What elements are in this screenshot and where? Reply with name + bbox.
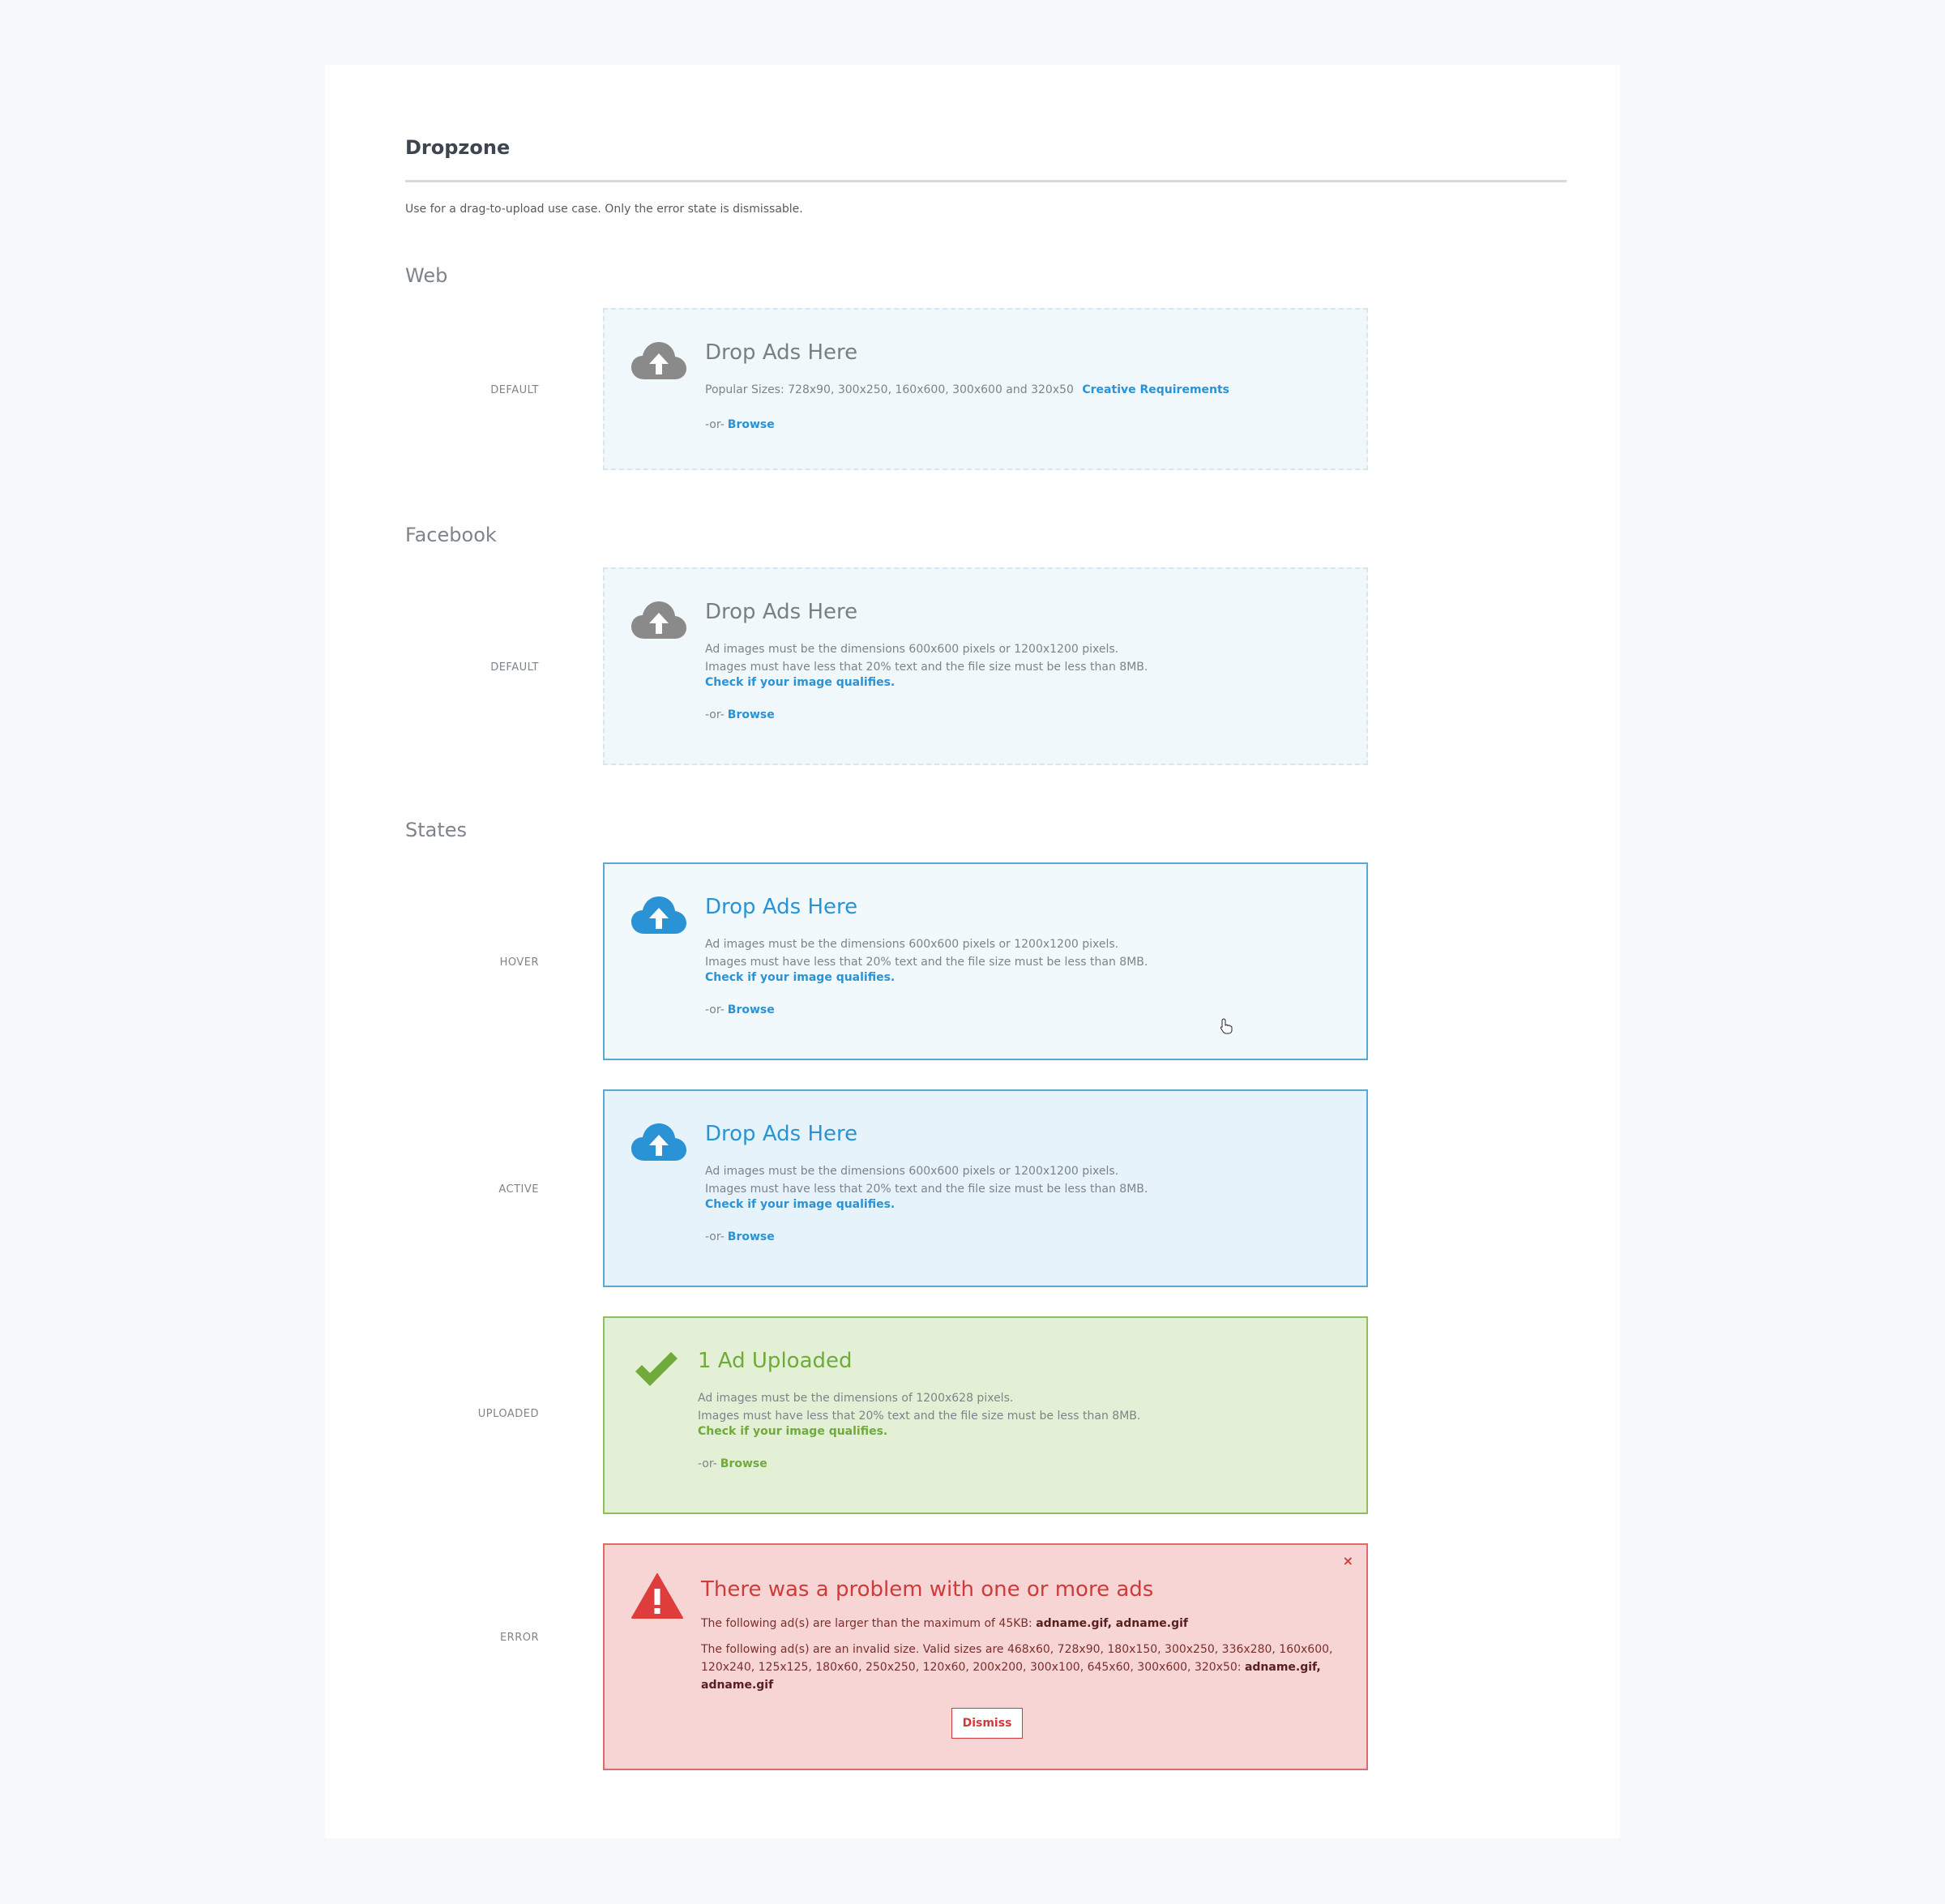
or-text: -or- [705, 418, 725, 431]
requirements-line-1: Ad images must be the dimensions 600x600… [705, 643, 1119, 656]
cloud-upload-icon [631, 342, 686, 379]
error-title: There was a problem with one or more ads [701, 1577, 1154, 1602]
state-label-active: ACTIVE [498, 1183, 539, 1196]
section-heading-facebook: Facebook [405, 524, 497, 546]
browse-link[interactable]: Browse [728, 418, 775, 431]
dropzone-title: Drop Ads Here [705, 1122, 858, 1146]
browse-link[interactable]: Browse [720, 1457, 767, 1470]
dismiss-button[interactable]: Dismiss [951, 1708, 1023, 1739]
requirements-line-2: Images must have less that 20% text and … [705, 1183, 1148, 1196]
browse-link[interactable]: Browse [728, 708, 775, 721]
requirements-line-2: Images must have less that 20% text and … [698, 1410, 1141, 1423]
browse-link[interactable]: Browse [728, 1003, 775, 1016]
facebook-dropzone-default[interactable]: Drop Ads Here Ad images must be the dime… [603, 567, 1368, 765]
dropzone-uploaded-state[interactable]: 1 Ad Uploaded Ad images must be the dime… [603, 1316, 1368, 1514]
close-icon[interactable]: × [1343, 1553, 1353, 1568]
section-heading-web: Web [405, 264, 448, 287]
state-label-uploaded: UPLOADED [477, 1408, 539, 1420]
browse-link[interactable]: Browse [728, 1230, 775, 1243]
requirements-line-1: Ad images must be the dimensions of 1200… [698, 1392, 1014, 1405]
title-divider [405, 180, 1567, 182]
dropzone-title: Drop Ads Here [705, 340, 858, 365]
or-text: -or- [705, 1230, 725, 1243]
size-error-text: The following ad(s) are larger than the … [701, 1617, 1032, 1630]
invalid-size-line-1: The following ad(s) are an invalid size.… [701, 1643, 1333, 1656]
checkmark-icon [635, 1352, 678, 1386]
requirements-line-1: Ad images must be the dimensions 600x600… [705, 938, 1119, 951]
dropzone-active-state[interactable]: Drop Ads Here Ad images must be the dime… [603, 1089, 1368, 1287]
size-error-files: adname.gif, adname.gif [1036, 1617, 1189, 1630]
dropzone-title: Drop Ads Here [705, 895, 858, 919]
popular-sizes-text: Popular Sizes: 728x90, 300x250, 160x600,… [705, 383, 1074, 396]
content-card: Dropzone Use for a drag-to-upload use ca… [325, 65, 1620, 1838]
invalid-size-line-2: 120x240, 125x125, 180x60, 250x250, 120x6… [701, 1661, 1242, 1674]
invalid-size-error-message: The following ad(s) are an invalid size.… [701, 1641, 1342, 1694]
dropzone-error-state[interactable]: × There was a problem with one or more a… [603, 1543, 1368, 1770]
section-heading-states: States [405, 819, 468, 841]
warning-triangle-icon [631, 1573, 683, 1619]
requirements-line-1: Ad images must be the dimensions 600x600… [705, 1165, 1119, 1178]
dropzone-hover-state[interactable]: Drop Ads Here Ad images must be the dime… [603, 862, 1368, 1060]
state-label-default-facebook: DEFAULT [490, 661, 539, 674]
or-text: -or- [698, 1457, 717, 1470]
cloud-upload-icon [631, 896, 686, 934]
state-label-hover: HOVER [499, 956, 539, 969]
check-image-link[interactable]: Check if your image qualifies. [705, 676, 1342, 689]
dropzone-title: Drop Ads Here [705, 600, 858, 624]
state-label-error: ERROR [499, 1632, 539, 1644]
creative-requirements-link[interactable]: Creative Requirements [1082, 383, 1229, 396]
requirements-line-2: Images must have less that 20% text and … [705, 661, 1148, 674]
hand-cursor-icon [1220, 1018, 1233, 1034]
web-dropzone-default[interactable]: Drop Ads Here Popular Sizes: 728x90, 300… [603, 308, 1368, 470]
cloud-upload-icon [631, 1123, 686, 1161]
page-title: Dropzone [405, 136, 511, 159]
check-image-link[interactable]: Check if your image qualifies. [705, 1198, 1342, 1211]
dropzone-title: 1 Ad Uploaded [698, 1349, 853, 1373]
requirements-line-2: Images must have less that 20% text and … [705, 956, 1148, 969]
or-text: -or- [705, 708, 725, 721]
or-text: -or- [705, 1003, 725, 1016]
page-description: Use for a drag-to-upload use case. Only … [405, 203, 803, 216]
state-label-default-web: DEFAULT [490, 384, 539, 396]
cloud-upload-icon [631, 601, 686, 639]
size-error-message: The following ad(s) are larger than the … [701, 1615, 1342, 1632]
check-image-link[interactable]: Check if your image qualifies. [705, 971, 1342, 984]
check-image-link[interactable]: Check if your image qualifies. [698, 1425, 1342, 1438]
